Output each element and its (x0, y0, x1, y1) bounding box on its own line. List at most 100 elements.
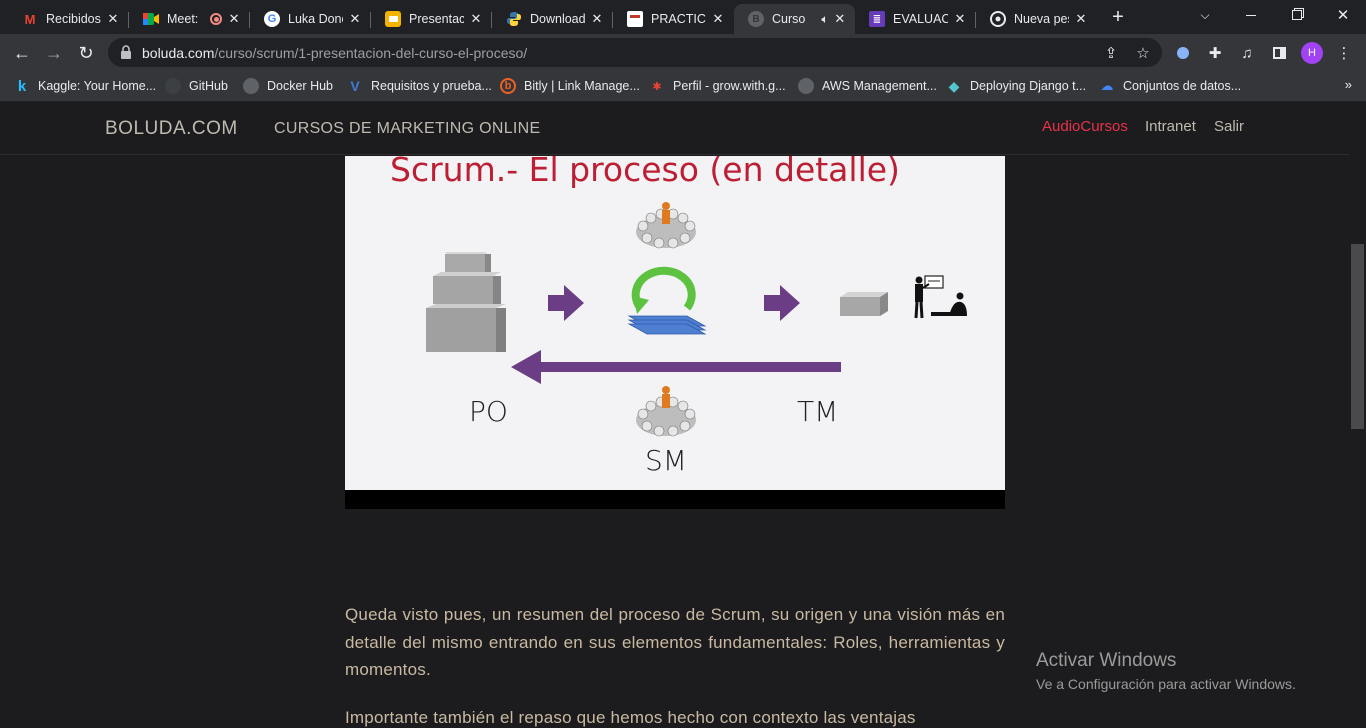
watermark-subtitle: Ve a Configuración para activar Windows. (1036, 676, 1296, 692)
bookmark-label: Bitly | Link Manage... (524, 79, 640, 93)
slide-label-tm: TM (797, 395, 839, 428)
back-button[interactable]: ← (8, 39, 36, 67)
minimize-button[interactable] (1228, 0, 1274, 30)
url-host: boluda.com (142, 45, 215, 61)
site-header: BOLUDA.COM CURSOS DE MARKETING ONLINE Au… (0, 102, 1349, 155)
recording-icon (210, 13, 223, 25)
restore-button[interactable] (1274, 0, 1320, 30)
bookmarks-bar: k Kaggle: Your Home... GitHub Docker Hub … (0, 71, 1366, 102)
close-icon: ✕ (1336, 7, 1350, 24)
vue-icon: V (350, 78, 360, 94)
url-text: boluda.com/curso/scrum/1-presentacion-de… (142, 45, 527, 61)
gcloud-icon: ☁ (1100, 78, 1114, 93)
close-window-button[interactable]: ✕ (1320, 0, 1366, 30)
tab-meet[interactable]: Meet: ✕ (129, 4, 250, 34)
video-controls-bar[interactable] (345, 490, 1005, 509)
side-panel-icon[interactable] (1269, 43, 1289, 63)
bookmark-github[interactable]: GitHub (165, 77, 228, 95)
page-scrollbar[interactable] (1349, 102, 1366, 728)
extension-lens-icon[interactable] (1173, 43, 1193, 63)
bookmark-label: GitHub (189, 79, 228, 93)
scrollbar-thumb[interactable] (1351, 244, 1364, 429)
video-slide[interactable]: Scrum.- El proceso (en detalle) PO TM SM (345, 150, 1005, 490)
presentation-icon (914, 275, 967, 319)
close-icon[interactable]: ✕ (105, 11, 121, 27)
tab-presentacion[interactable]: Presentaci ✕ (371, 4, 492, 34)
bookmark-docker[interactable]: Docker Hub (243, 77, 333, 95)
reload-button[interactable]: ↻ (72, 39, 100, 67)
arrow-left-icon (511, 350, 841, 384)
plus-icon: + (1112, 5, 1124, 28)
page-content: BOLUDA.COM CURSOS DE MARKETING ONLINE Au… (0, 102, 1366, 728)
forward-button[interactable]: → (40, 39, 68, 67)
arrow-right-icon (548, 285, 584, 321)
tab-title: Meet: (167, 12, 199, 26)
tab-download[interactable]: Download ✕ (492, 4, 613, 34)
bookmark-label: Conjuntos de datos... (1123, 79, 1242, 93)
audio-playing-icon[interactable]: 🔈︎ (821, 12, 828, 27)
forms-icon: ≣ (869, 11, 885, 27)
close-icon[interactable]: ✕ (1073, 11, 1089, 27)
tab-nueva[interactable]: Nueva pes ✕ (976, 4, 1097, 34)
more-menu-icon[interactable]: ⋮ (1334, 43, 1354, 63)
tab-title: Luka Donč (288, 12, 343, 26)
slides-icon (385, 11, 401, 27)
bookmark-kaggle[interactable]: k Kaggle: Your Home... (14, 77, 156, 95)
bookmark-label: AWS Management... (822, 79, 937, 93)
chrome-icon (990, 11, 1006, 27)
tab-title: Presentaci (409, 12, 464, 26)
tab-title: PRACTICA (651, 12, 706, 26)
windows-activation-watermark: Activar Windows Ve a Configuración para … (1036, 650, 1296, 692)
tab-title: EVALUACIC (893, 12, 948, 26)
new-tab-button[interactable]: + (1104, 5, 1132, 29)
bookmarks-overflow-icon[interactable]: » (1345, 77, 1352, 92)
profile-avatar[interactable]: H (1301, 42, 1323, 64)
tab-practica[interactable]: PRACTICA ✕ (613, 4, 734, 34)
bookmark-bitly[interactable]: b Bitly | Link Manage... (500, 77, 640, 95)
bookmark-grow[interactable]: ✱ Perfil - grow.with.g... (649, 77, 786, 95)
bookmark-requisitos[interactable]: V Requisitos y prueba... (347, 77, 492, 95)
url-path: /curso/scrum/1-presentacion-del-curso-el… (214, 45, 528, 61)
share-icon[interactable]: ⇪ (1102, 44, 1120, 62)
tab-strip: M Recibidos ✕ Meet: ✕ G Luka Donč ✕ Pres… (0, 0, 1366, 34)
tab-recibidos[interactable]: M Recibidos ✕ (8, 4, 129, 34)
tab-curso[interactable]: B Curso 🔈︎ ✕ (734, 4, 855, 34)
close-icon[interactable]: ✕ (226, 11, 242, 27)
practica-icon (627, 11, 643, 27)
bookmark-django[interactable]: ◆ Deploying Django t... (946, 77, 1086, 95)
bookmark-label: Requisitos y prueba... (371, 79, 492, 93)
close-icon[interactable]: ✕ (952, 11, 968, 27)
site-tagline[interactable]: CURSOS DE MARKETING ONLINE (274, 120, 541, 138)
nav-audiocursos[interactable]: AudioCursos (1042, 118, 1128, 135)
star-icon[interactable]: ☆ (1134, 44, 1152, 62)
close-icon[interactable]: ✕ (710, 11, 726, 27)
bookmark-label: Deploying Django t... (970, 79, 1087, 93)
increment-box-icon (840, 292, 888, 316)
globe-icon (798, 78, 814, 94)
nav-intranet[interactable]: Intranet (1145, 118, 1196, 135)
tab-title: Download (530, 12, 585, 26)
puzzle-icon[interactable]: ✚ (1205, 43, 1225, 63)
team-meeting-icon (636, 202, 696, 249)
tab-evaluacion[interactable]: ≣ EVALUACIC ✕ (855, 4, 976, 34)
arrow-left-icon: ← (13, 42, 31, 63)
site-brand[interactable]: BOLUDA.COM (105, 118, 238, 140)
content-paragraph: Importante también el repaso que hemos h… (345, 708, 916, 727)
tab-luka[interactable]: G Luka Donč ✕ (250, 4, 371, 34)
close-icon[interactable]: ✕ (833, 11, 847, 27)
close-icon[interactable]: ✕ (468, 11, 484, 27)
meet-icon (143, 11, 159, 27)
bookmark-aws[interactable]: AWS Management... (798, 77, 937, 95)
address-bar[interactable]: boluda.com/curso/scrum/1-presentacion-de… (108, 38, 1162, 67)
bookmark-datasets[interactable]: ☁ Conjuntos de datos... (1099, 77, 1242, 95)
google-icon: G (264, 11, 280, 27)
boluda-icon: B (748, 11, 764, 27)
tab-search-button[interactable]: ⌵ (1182, 0, 1228, 30)
media-control-icon[interactable]: ♫ (1237, 43, 1257, 63)
kaggle-icon: k (17, 77, 27, 95)
close-icon[interactable]: ✕ (347, 11, 363, 27)
nav-salir[interactable]: Salir (1214, 118, 1244, 135)
slide-label-sm: SM (645, 444, 687, 477)
close-icon[interactable]: ✕ (589, 11, 605, 27)
bookmark-label: Perfil - grow.with.g... (673, 79, 786, 93)
